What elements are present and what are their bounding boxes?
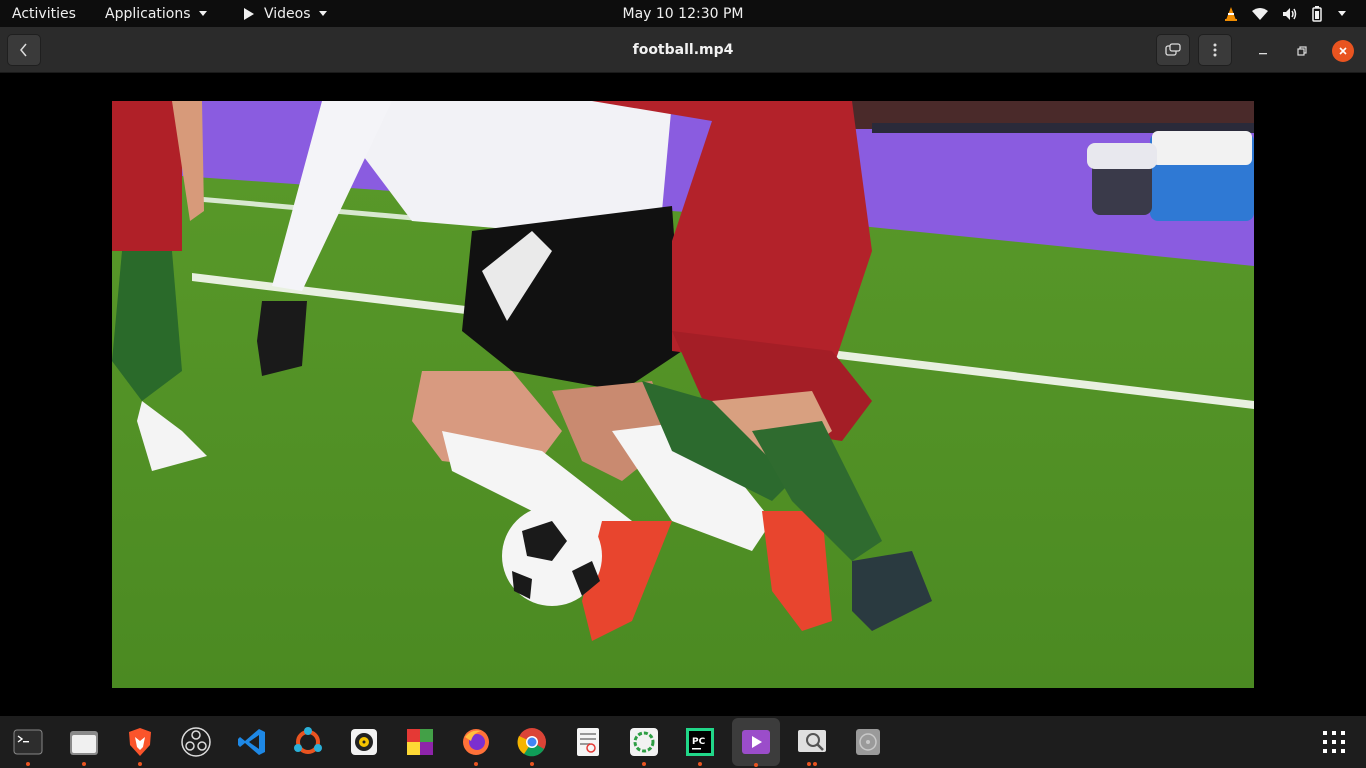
svg-text:PC: PC xyxy=(692,737,706,747)
disc-icon xyxy=(856,729,880,755)
chevron-down-icon xyxy=(318,11,327,16)
dock-item-files[interactable] xyxy=(64,722,104,766)
pip-icon xyxy=(1165,43,1181,56)
dock-item-terminal[interactable] xyxy=(8,722,48,766)
football-scene xyxy=(112,101,1254,688)
maximize-button[interactable] xyxy=(1291,40,1313,62)
videos-app-menu[interactable]: Videos xyxy=(244,0,327,27)
minimize-button[interactable] xyxy=(1252,40,1274,62)
clock[interactable]: May 10 12:30 PM xyxy=(623,6,744,22)
dock-item-firefox[interactable] xyxy=(456,722,496,766)
dock-item-colorful-app[interactable] xyxy=(400,722,440,762)
dock-item-ubuntu-software[interactable] xyxy=(288,722,328,762)
dock-item-document-viewer[interactable] xyxy=(568,722,608,762)
back-button[interactable] xyxy=(7,34,41,66)
activities-label: Activities xyxy=(12,5,76,22)
applications-menu[interactable]: Applications xyxy=(105,0,207,27)
dock-item-vscode[interactable] xyxy=(232,722,272,762)
restore-icon xyxy=(1297,46,1307,56)
menu-button[interactable] xyxy=(1198,34,1232,66)
kebab-menu-icon xyxy=(1213,43,1217,57)
chrome-icon xyxy=(517,728,546,757)
dock-item-videos[interactable] xyxy=(732,718,780,767)
obs-icon xyxy=(181,727,211,757)
dock: PC xyxy=(0,716,1366,768)
header-bar: football.mp4 xyxy=(0,27,1366,73)
app-grid-icon xyxy=(1323,731,1345,753)
videos-label: Videos xyxy=(264,5,311,22)
document-viewer-icon xyxy=(577,728,599,756)
system-tray[interactable] xyxy=(1224,0,1346,27)
brave-icon xyxy=(129,728,151,756)
top-bar: Activities Applications Videos May 10 12… xyxy=(0,0,1366,27)
video-frame[interactable] xyxy=(112,101,1254,688)
rhythmbox-icon xyxy=(351,729,377,755)
battery-icon[interactable] xyxy=(1312,5,1322,22)
dock-item-disc[interactable] xyxy=(848,722,888,762)
firefox-icon xyxy=(463,729,489,755)
minimize-icon xyxy=(1259,53,1267,55)
files-icon xyxy=(70,731,98,755)
play-icon xyxy=(244,7,254,20)
vscode-icon xyxy=(238,729,265,755)
vlc-icon[interactable] xyxy=(1224,6,1238,22)
picture-in-picture-button[interactable] xyxy=(1156,34,1190,66)
ubuntu-software-icon xyxy=(294,727,322,754)
volume-icon[interactable] xyxy=(1282,7,1298,21)
image-viewer-icon xyxy=(798,730,826,752)
dock-item-rhythmbox[interactable] xyxy=(344,722,384,762)
close-icon xyxy=(1339,47,1347,55)
videos-icon xyxy=(742,730,770,754)
applications-label: Applications xyxy=(105,5,191,22)
system-menu-chevron-icon[interactable] xyxy=(1336,11,1346,16)
activities-button[interactable]: Activities xyxy=(12,0,76,27)
terminal-icon xyxy=(13,729,43,755)
dock-item-pycharm[interactable]: PC xyxy=(680,722,720,766)
dock-item-obs[interactable] xyxy=(176,722,216,762)
window-title: football.mp4 xyxy=(632,42,734,58)
wifi-icon[interactable] xyxy=(1252,7,1268,21)
circle-app-icon xyxy=(630,728,658,756)
video-player-area[interactable] xyxy=(0,74,1366,716)
pycharm-icon: PC xyxy=(686,728,714,756)
close-button[interactable] xyxy=(1332,40,1354,62)
colorful-app-icon xyxy=(407,729,433,755)
dock-item-chrome[interactable] xyxy=(512,722,552,766)
chevron-down-icon xyxy=(198,11,207,16)
dock-item-image-viewer[interactable] xyxy=(792,722,832,766)
chevron-left-icon xyxy=(20,43,27,57)
show-applications-button[interactable] xyxy=(1322,730,1352,756)
dock-item-circle-app[interactable] xyxy=(624,722,664,766)
dock-item-brave[interactable] xyxy=(120,722,160,766)
